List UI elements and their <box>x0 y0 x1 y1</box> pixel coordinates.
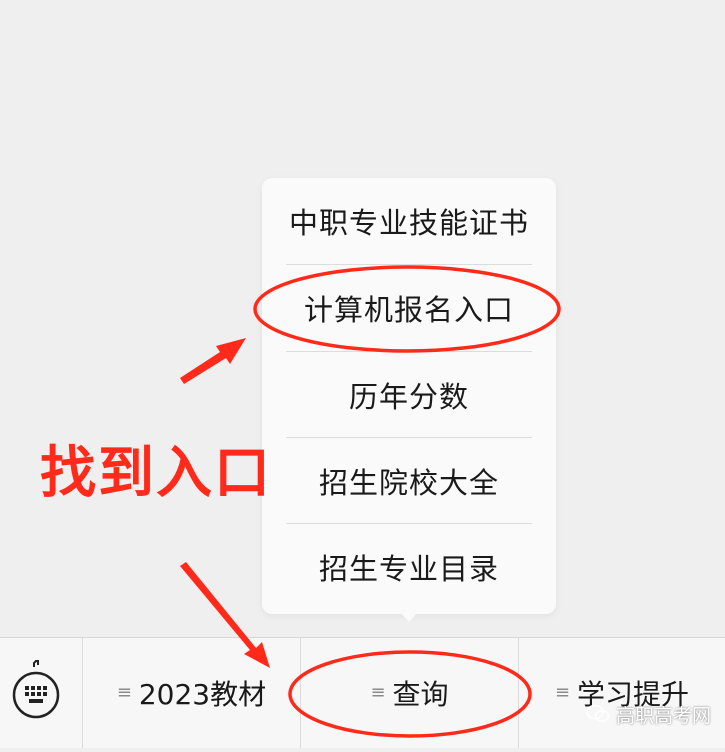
menu-item-label: 招生专业目录 <box>318 552 499 586</box>
keyboard-icon <box>12 660 60 719</box>
menu-item-label: 计算机报名入口 <box>303 293 514 327</box>
menu-item-majors[interactable]: 招生专业目录 <box>286 524 532 610</box>
menu-button-textbooks[interactable]: ≡ 2023教材 <box>83 638 300 748</box>
menu-item-computer-registration[interactable]: 计算机报名入口 <box>286 265 532 351</box>
menu-button-label: 查询 <box>392 678 449 711</box>
menu-lines-icon: ≡ <box>555 682 571 703</box>
menu-item-certificate[interactable]: 中职专业技能证书 <box>286 178 532 264</box>
menu-item-label: 历年分数 <box>348 380 469 414</box>
menu-lines-icon: ≡ <box>370 682 386 703</box>
menu-item-past-scores[interactable]: 历年分数 <box>286 352 532 438</box>
submenu-popup: 中职专业技能证书 计算机报名入口 历年分数 招生院校大全 招生专业目录 <box>262 178 556 614</box>
watermark: 高职高考网 <box>586 700 711 728</box>
chat-screen: 中职专业技能证书 计算机报名入口 历年分数 招生院校大全 招生专业目录 ≡ 20… <box>0 0 725 748</box>
menu-button-query[interactable]: ≡ 查询 <box>301 638 518 748</box>
keyboard-toggle-button[interactable] <box>0 638 82 748</box>
menu-lines-icon: ≡ <box>116 682 132 703</box>
wechat-logo-icon <box>586 704 610 722</box>
arrow-to-registration <box>180 338 246 384</box>
menu-button-label: 2023教材 <box>138 678 267 711</box>
popup-pointer <box>400 612 418 622</box>
bottom-menu-bar: ≡ 2023教材 ≡ 查询 ≡ 学习提升 <box>0 637 725 748</box>
menu-item-label: 中职专业技能证书 <box>288 206 529 240</box>
menu-item-colleges[interactable]: 招生院校大全 <box>286 438 532 524</box>
menu-item-label: 招生院校大全 <box>318 466 499 500</box>
watermark-text: 高职高考网 <box>616 704 712 727</box>
menu-button-study[interactable]: ≡ 学习提升 <box>519 638 725 748</box>
annotation-find-entry: 找到入口 <box>40 441 272 506</box>
